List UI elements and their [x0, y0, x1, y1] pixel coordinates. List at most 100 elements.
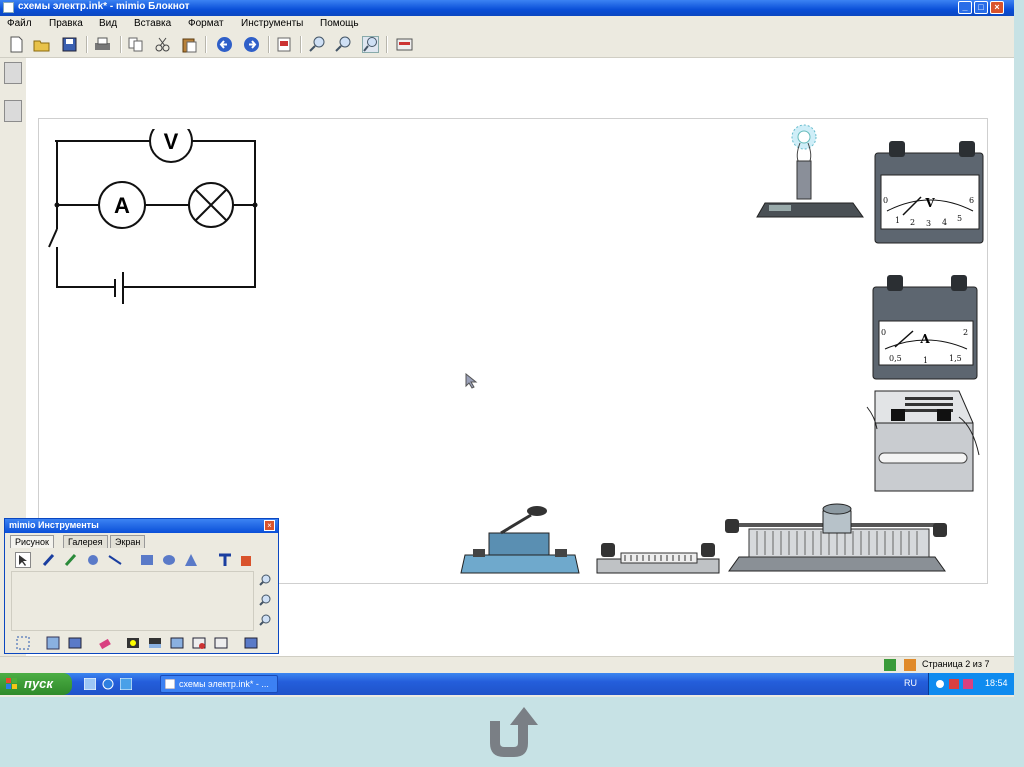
notebook-page[interactable]: V A V 0 1 2 3 4 5 6 A 0 0,5 1 1,5 2 [38, 118, 988, 584]
main-toolbar [0, 33, 1014, 58]
minimize-button[interactable]: _ [958, 1, 972, 14]
reveal-icon[interactable] [147, 635, 163, 651]
highlighter-icon[interactable] [63, 552, 79, 568]
pen-icon[interactable] [41, 552, 57, 568]
windows-flag-icon [6, 678, 17, 689]
voltmeter-scale-label: 0 [883, 196, 888, 205]
text-icon[interactable] [217, 552, 233, 568]
mimio-tools-window: mimio Инструменты × Рисунок Галерея Экра… [4, 518, 279, 654]
pen-status-icon [884, 659, 896, 671]
save-icon[interactable] [61, 36, 78, 53]
paste-icon[interactable] [181, 36, 198, 53]
menu-edit[interactable]: Правка [49, 18, 83, 29]
circuit-diagram[interactable]: V A [47, 129, 277, 329]
quicklaunch-desktop-icon[interactable] [84, 678, 96, 690]
window-title: схемы электр.ink* - mimio Блокнот [18, 1, 190, 12]
ammeter-component[interactable]: A 0 0,5 1 1,5 2 [871, 273, 979, 381]
zoom-in-icon[interactable] [309, 36, 326, 53]
system-tray: 18:54 [928, 673, 1014, 695]
voltmeter-component[interactable]: V 0 1 2 3 4 5 6 [873, 139, 985, 245]
select-arrow-icon[interactable] [15, 552, 31, 568]
ammeter-scale-label: 1,5 [949, 354, 962, 363]
taskbar-window-button[interactable]: схемы электр.ink* - ... [160, 675, 278, 693]
quicklaunch-browser-icon[interactable] [102, 678, 114, 690]
screen-capture-icon[interactable] [67, 635, 83, 651]
triangle-icon[interactable] [183, 552, 199, 568]
ellipse-icon[interactable] [161, 552, 177, 568]
return-arrow-icon[interactable] [484, 703, 542, 759]
color-fill-icon[interactable] [239, 552, 255, 568]
eraser-icon[interactable] [85, 552, 101, 568]
taskbar-window-label: схемы электр.ink* - ... [179, 679, 269, 689]
ammeter-scale-label: 0,5 [889, 354, 902, 363]
lamp-component[interactable] [755, 121, 865, 223]
spotlight-icon[interactable] [125, 635, 141, 651]
highlighter-status-icon [904, 659, 916, 671]
open-icon[interactable] [33, 36, 50, 53]
voltmeter-dial-label: V [924, 196, 935, 210]
gallery-tab[interactable] [4, 100, 22, 122]
menu-bar: Файл Правка Вид Вставка Формат Инструмен… [0, 16, 1014, 33]
menu-insert[interactable]: Вставка [134, 18, 171, 29]
insert-page-icon[interactable] [276, 36, 293, 53]
print-icon[interactable] [94, 36, 111, 53]
zoom-fit-icon[interactable] [362, 36, 379, 53]
rheostat-component[interactable] [725, 501, 961, 575]
tray-icon[interactable] [949, 679, 959, 689]
start-label: пуск [24, 676, 53, 691]
tray-icon[interactable] [935, 679, 945, 689]
maximize-button[interactable]: □ [974, 1, 988, 14]
resistor-component[interactable] [595, 537, 723, 577]
voltmeter-scale-label: 5 [957, 214, 962, 223]
notebook-task-icon [165, 679, 175, 689]
voltmeter-scale-label: 3 [926, 219, 931, 228]
record-icon[interactable] [191, 635, 207, 651]
tools-title-bar[interactable]: mimio Инструменты × [5, 519, 278, 533]
menu-tools[interactable]: Инструменты [241, 18, 303, 29]
menu-help[interactable]: Помощь [320, 18, 359, 29]
toolbar-separator [86, 36, 88, 53]
tools-close-button[interactable]: × [264, 520, 275, 531]
tools-settings-icon[interactable] [243, 635, 259, 651]
ammeter-symbol: A [114, 193, 130, 218]
close-button[interactable]: × [990, 1, 1004, 14]
ammeter-dial-label: A [919, 332, 930, 346]
status-bar: Страница 2 из 7 [0, 656, 1014, 673]
app-icon [3, 2, 14, 13]
tab-screen[interactable]: Экран [110, 535, 146, 548]
zoom-in-tool-icon[interactable] [259, 574, 271, 586]
select-all-icon[interactable] [15, 635, 31, 651]
language-indicator[interactable]: RU [904, 678, 917, 688]
back-icon[interactable] [216, 36, 233, 53]
quicklaunch-media-icon[interactable] [120, 678, 132, 690]
switch-component[interactable] [459, 503, 583, 575]
zoom-fit-tool-icon[interactable] [259, 614, 271, 626]
line-icon[interactable] [107, 552, 123, 568]
battery-component[interactable] [865, 387, 981, 493]
tab-drawing[interactable]: Рисунок [10, 535, 54, 548]
clear-icon[interactable] [97, 635, 113, 651]
new-icon[interactable] [8, 36, 25, 53]
page-sorter-tab[interactable] [4, 62, 22, 84]
fullscreen-icon[interactable] [396, 36, 413, 53]
screen-annotate-icon[interactable] [169, 635, 185, 651]
copy-icon[interactable] [127, 36, 144, 53]
rectangle-icon[interactable] [139, 552, 155, 568]
import-image-icon[interactable] [45, 635, 61, 651]
mouse-cursor-icon [465, 373, 478, 389]
tab-gallery[interactable]: Галерея [63, 535, 108, 548]
drawing-tools-row [11, 550, 276, 570]
tools-title: mimio Инструменты [9, 520, 99, 530]
window-capture-icon[interactable] [213, 635, 229, 651]
menu-file[interactable]: Файл [7, 18, 32, 29]
menu-view[interactable]: Вид [99, 18, 117, 29]
tray-icon[interactable] [963, 679, 973, 689]
forward-icon[interactable] [243, 36, 260, 53]
zoom-out-tool-icon[interactable] [259, 594, 271, 606]
menu-format[interactable]: Формат [188, 18, 224, 29]
toolbar-separator [300, 36, 302, 53]
zoom-out-icon[interactable] [335, 36, 352, 53]
start-button[interactable]: пуск [0, 673, 72, 695]
page-counter: Страница 2 из 7 [922, 659, 990, 669]
cut-icon[interactable] [154, 36, 171, 53]
